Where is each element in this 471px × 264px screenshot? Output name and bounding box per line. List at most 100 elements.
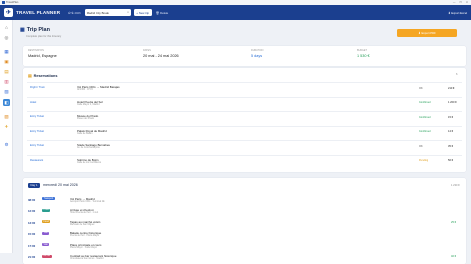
flights-icon: ▦: [4, 48, 9, 54]
sidebar-item-restaurants[interactable]: ▥: [3, 78, 10, 85]
activity-row[interactable]: 12:00 Hotel Arrivée et check-in Hotel Puert…: [28, 208, 461, 217]
summary-destination: DESTINATION Madrid, Espagne: [28, 49, 57, 58]
reservation-detail: Paseo del Prado: [77, 118, 94, 120]
close-button[interactable]: ✕: [466, 1, 468, 4]
duration-value: 5 days: [251, 54, 263, 58]
activity-time: 13:00: [28, 220, 36, 225]
reservation-detail: Calle de los Cuchilleros: [77, 161, 102, 164]
dates-value: 20 mai - 24 mai 2026: [143, 54, 179, 58]
sidebar-item-plan[interactable]: ◧: [3, 99, 10, 106]
new-trip-label: New trip: [138, 10, 150, 15]
activity-tag: Transport: [42, 197, 55, 201]
docs-icon: ▨: [4, 113, 9, 119]
maximize-button[interactable]: ☐: [459, 1, 461, 4]
activity-row[interactable]: 17:00 Visit Place principale et cours Plaza…: [28, 242, 461, 251]
sidebar-item-docs[interactable]: ▨: [3, 113, 10, 120]
delete-label: Delete: [160, 10, 169, 15]
activity-price: 40 €: [451, 255, 457, 258]
activity-time: 17:00: [28, 243, 36, 248]
trash-icon: 🗑: [155, 10, 160, 15]
activity-time: 12:00: [28, 209, 36, 213]
chevron-down-icon: ▾: [127, 11, 129, 14]
day-date: mercredi 20 mai 2026: [43, 183, 78, 188]
activity-tag: Food: [42, 220, 51, 224]
sidebar-item-tickets[interactable]: ▤: [3, 68, 10, 75]
activity-time: 21:00: [28, 255, 36, 259]
activity-time: 08:00: [28, 197, 36, 202]
reservations-card: ▤ Reservations 6 Flight / Train Vol Paris…: [23, 68, 466, 172]
page-subtitle: Complete plan for this itinerary: [26, 34, 62, 38]
plus-icon: +: [136, 10, 138, 15]
activity-tag: Visit: [42, 231, 50, 235]
reservation-type: Hotel: [30, 100, 37, 104]
sidebar-item-budget[interactable]: ▧: [3, 88, 10, 95]
map-icon: ✈: [4, 123, 9, 129]
activity-row[interactable]: 08:00 Transport Vol Paris → Madrid Aéroport…: [28, 196, 461, 205]
plane-logo-icon: ✈: [4, 8, 13, 17]
reservation-status: Confirmed: [419, 115, 431, 119]
season-label: ÉTÉ 2026: [68, 10, 81, 15]
trip-select-value: Madrid City Break: [86, 10, 109, 15]
page-title: ▦ Trip Plan: [20, 27, 50, 33]
sidebar-item-flights[interactable]: ▦: [3, 48, 10, 55]
main-content: ▦ Trip Plan Complete plan for this itine…: [15, 21, 469, 264]
reservation-price: 14 €: [448, 130, 454, 133]
reservation-detail: AF1300 · 07:15: [77, 89, 93, 91]
reservation-status: Confirmed: [419, 130, 431, 133]
sidebar: ⌂ ◎ ▦ ▣ ▤ ▥ ▧ ◧ ▨ ✈ ⚙: [0, 20, 13, 253]
activity-tag: Visit: [42, 243, 50, 247]
reservation-type: Flight / Train: [30, 86, 45, 89]
home-icon: ⌂: [5, 25, 8, 30]
reservation-row[interactable]: Hotel Hotel Puerta del Sol Calle Mayor 4, …: [27, 96, 462, 108]
minimize-button[interactable]: —: [453, 1, 456, 4]
reservation-row[interactable]: Flight / Train Vol Paris CDG → Madrid Bar…: [27, 82, 462, 93]
reservation-detail: Calle Mayor 4, Madrid: [77, 103, 100, 106]
restaurants-icon: ▥: [4, 78, 9, 84]
reservation-price: 15 €: [448, 115, 454, 119]
summary-duration: DURATION 5 days: [251, 49, 263, 58]
activity-row[interactable]: 13:00 Food Tapas au marché voisin Mercado d…: [28, 219, 461, 228]
hotels-icon: ▣: [4, 58, 9, 64]
activity-location: Puerta del Sol · Plaza Mayor: [70, 235, 100, 238]
reservation-row[interactable]: Entry Ticket Palais Royal de Madrid Calle …: [27, 125, 462, 137]
trip-select[interactable]: Madrid City Break ▾: [84, 9, 131, 16]
activity-location: Mercado de San Miguel: [70, 223, 95, 226]
budget-label: BUDGET: [357, 49, 367, 52]
activity-location: Chocolatería San Ginés · Madrid: [70, 258, 104, 261]
sidebar-item-search[interactable]: ◎: [3, 34, 10, 41]
reservation-status: OK: [419, 86, 423, 90]
reservation-status: Confirmed: [419, 101, 431, 104]
reservation-detail: Calle de Bailén: [77, 132, 93, 135]
reservations-count: 6: [456, 73, 458, 76]
activity-tag: Hotel: [42, 208, 51, 212]
activity-row[interactable]: 21:00 Dinner Cocktail au bar restaurant hi…: [28, 254, 461, 263]
tickets-icon: ▤: [4, 68, 9, 74]
sidebar-item-home[interactable]: ⌂: [3, 24, 10, 31]
top-navbar: ✈ TRAVEL PLANNER ÉTÉ 2026 Madrid City Br…: [0, 5, 471, 20]
window-title: TravelPlan: [6, 1, 19, 4]
sidebar-item-map[interactable]: ✈: [3, 123, 10, 130]
reservation-price: 56 €: [448, 159, 454, 162]
download-icon: ⬇: [418, 31, 421, 35]
export-excel-label: Export Excel: [451, 10, 467, 15]
export-pdf-button[interactable]: ⬇ Export PDF: [397, 29, 457, 37]
export-pdf-label: Export PDF: [421, 31, 436, 35]
reservation-status: OK: [419, 144, 423, 148]
new-trip-button[interactable]: + New trip: [133, 9, 152, 16]
ticket-icon: ▤: [28, 74, 32, 78]
sidebar-item-settings[interactable]: ⚙: [3, 141, 10, 148]
activity-row[interactable]: 15:00 Visit Balade centre historique Puerta…: [28, 231, 461, 240]
reservation-row[interactable]: Entry Ticket Musée du Prado Paseo del Prad…: [27, 111, 462, 122]
reservation-row[interactable]: Entry Ticket Stade Santiago Bernabeu Av. d…: [27, 140, 462, 151]
destination-value: Madrid, Espagne: [28, 54, 57, 58]
reservation-row[interactable]: Restaurant Sobrino de Botín Calle de los C…: [27, 154, 462, 166]
duration-label: DURATION: [251, 49, 264, 52]
reservation-price: 35 €: [448, 144, 454, 148]
activity-location: Aéroport Paris CDG · Terminal 2E: [70, 200, 105, 203]
sidebar-item-hotels[interactable]: ▣: [3, 58, 10, 65]
export-excel-button[interactable]: ⬇ Export Excel: [448, 11, 467, 15]
dates-label: DATES: [143, 49, 151, 52]
day-total: 1 230 €: [451, 184, 460, 187]
reservations-title: Reservations: [33, 73, 58, 78]
delete-trip-button[interactable]: 🗑 Delete: [156, 11, 169, 15]
